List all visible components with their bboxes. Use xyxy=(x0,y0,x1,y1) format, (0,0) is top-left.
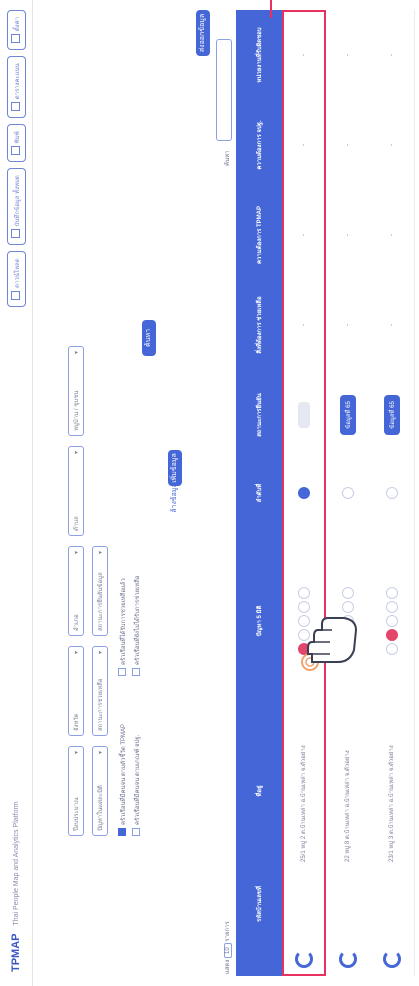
score-table-button[interactable]: ตารางคะแนน xyxy=(7,56,26,119)
column-five-dimensions[interactable]: ปัญหา 5 มิติ xyxy=(236,566,282,676)
column-blank xyxy=(236,676,282,716)
chevron-down-icon: ▾ xyxy=(98,551,104,555)
table-row[interactable]: 23/1 หมู่ 3 ต.บ้านเหล่า อ.บ้านเหล่า จ.ตั… xyxy=(370,10,415,976)
dimension-icon xyxy=(386,643,398,655)
logo-subtitle: Thai People Map and Analytics Platform xyxy=(12,801,20,926)
chevron-down-icon: ▾ xyxy=(74,551,80,555)
table-icon xyxy=(11,102,20,112)
column-house-id[interactable]: รหัสบ้านเลขที่ xyxy=(236,866,282,942)
filter-subdistrict[interactable]: ตำบล ▾ xyxy=(68,446,84,536)
checkbox-not-helped[interactable]: ครัวเรือนที่ยังไม่ได้รับการช่วยเหลือ xyxy=(132,576,142,676)
filter-district[interactable]: อำเภอ ▾ xyxy=(68,546,84,636)
table-header: รหัสบ้านเลขที่ ที่อยู่ ปัญหา 5 มิติ ลำดั… xyxy=(236,10,282,976)
download-icon xyxy=(11,290,20,300)
chevron-down-icon: ▾ xyxy=(98,751,104,755)
checkbox-helped[interactable]: ครัวเรือนที่ได้รับการช่วยเหลือแล้ว xyxy=(118,578,128,676)
highlight-frame xyxy=(282,10,326,976)
chevron-down-icon: ▾ xyxy=(74,451,80,455)
chevron-down-icon: ▾ xyxy=(74,351,80,355)
filter-help-status[interactable]: สถานะการช่วยเหลือ ▾ xyxy=(92,646,108,736)
row-dash: - xyxy=(389,234,395,236)
checkbox-icon xyxy=(118,668,126,676)
rotated-page: TPMAP Thai People Map and Analytics Plat… xyxy=(0,0,419,986)
column-agency[interactable]: หน่วยงานที่รับผิดชอบ xyxy=(236,10,282,100)
row-dimension-icons xyxy=(370,566,414,676)
checkbox-icon xyxy=(132,668,140,676)
row-dash: - xyxy=(345,144,351,146)
column-tpmap-need[interactable]: ความต้องการ TPMAP xyxy=(236,190,282,280)
print-button[interactable]: พิมพ์ xyxy=(7,124,26,163)
confirm-button[interactable]: ข้อมูลที่ 65 xyxy=(384,395,400,435)
chevron-down-icon: ▾ xyxy=(74,751,80,755)
settings-button[interactable]: ตั้งค่า xyxy=(7,10,26,51)
search-label: ค้นหา xyxy=(225,150,231,166)
page-size-select[interactable]: 10 xyxy=(224,943,232,958)
row-dash: - xyxy=(345,234,351,236)
header-actions: ดาวน์โหลด บันทึกข้อมูล ทั้งหมด พิมพ์ ตาร… xyxy=(7,10,26,307)
filter-province[interactable]: จังหวัด ▾ xyxy=(68,646,84,736)
filter-village[interactable]: หมู่บ้าน / ชุมชน ▾ xyxy=(68,346,84,436)
print-icon xyxy=(11,146,20,156)
chevron-down-icon: ▾ xyxy=(74,651,80,655)
dimension-icon xyxy=(386,629,398,641)
search-button[interactable]: ค้นหา xyxy=(142,320,156,356)
filter-problem-dimension[interactable]: ปัญหาในแต่ละมิติ ▾ xyxy=(92,746,108,836)
top-bar: TPMAP Thai People Map and Analytics Plat… xyxy=(0,0,33,986)
row-dash: - xyxy=(389,54,395,56)
save-all-button[interactable]: บันทึกข้อมูล ทั้งหมด xyxy=(7,168,26,246)
logo[interactable]: TPMAP xyxy=(10,934,22,973)
row-dash: - xyxy=(345,54,351,56)
column-blank-2 xyxy=(236,526,282,566)
gear-icon xyxy=(11,34,20,44)
chevron-down-icon: ▾ xyxy=(98,651,104,655)
column-confirm-status[interactable]: สถานะการยืนยัน xyxy=(236,370,282,460)
column-help-needed[interactable]: สิ่งที่ต้องการ ช่วยเหลือ xyxy=(236,280,282,370)
column-expand xyxy=(236,942,282,976)
dimension-icon xyxy=(386,615,398,627)
download-button[interactable]: ดาวน์โหลด xyxy=(7,251,26,307)
table-search-input[interactable] xyxy=(216,39,232,141)
export-button[interactable]: ส่งออกข้อมูล xyxy=(196,10,210,56)
expand-row-icon[interactable] xyxy=(383,950,401,968)
column-address[interactable]: ที่อยู่ xyxy=(236,716,282,866)
dimension-icon xyxy=(386,601,398,613)
row-dash: - xyxy=(389,324,395,326)
status-pin-icon xyxy=(386,487,398,499)
dimension-icon xyxy=(342,587,354,599)
table-row[interactable]: 22 หมู่ 8 ต.บ้านเหล่า อ.บ้านเหล่า จ.ตัวอ… xyxy=(326,10,371,976)
screenshot-stage: TPMAP Thai People Map and Analytics Plat… xyxy=(0,0,419,986)
checkbox-tpmap-poor[interactable]: ครัวเรือนที่มีคนจน ตามตัวชี้วัด TPMAP xyxy=(118,724,128,836)
add-data-button[interactable]: เพิ่มข้อมูล xyxy=(168,450,182,486)
filter-fiscal-year[interactable]: ปีงบประมาณ ▾ xyxy=(68,746,84,836)
expand-row-icon[interactable] xyxy=(339,950,357,968)
row-address: 22 หมู่ 8 ต.บ้านเหล่า อ.บ้านเหล่า จ.ตัวอ… xyxy=(345,750,351,862)
save-icon xyxy=(11,229,20,239)
row-dash: - xyxy=(345,324,351,326)
checkbox-icon xyxy=(132,828,140,836)
checkbox-jpt-poor[interactable]: ครัวเรือนที่มีคนจน ตามเกณฑ์ จปฐ. xyxy=(132,735,142,836)
filter-confirm-status[interactable]: สถานะการยืนยันข้อมูล ▾ xyxy=(92,546,108,636)
checkbox-icon xyxy=(118,828,126,836)
pointing-hand-icon xyxy=(301,617,358,671)
status-pin-icon xyxy=(342,487,354,499)
page-size-control: แสดง 10 รายการ xyxy=(224,921,232,974)
row-address: 23/1 หมู่ 3 ต.บ้านเหล่า อ.บ้านเหล่า จ.ตั… xyxy=(389,745,395,862)
confirm-button[interactable]: ข้อมูลที่ 65 xyxy=(340,395,356,435)
row-dash: - xyxy=(389,144,395,146)
column-order[interactable]: ลำดับที่ xyxy=(236,460,282,526)
highlight-pointer xyxy=(270,0,272,18)
dimension-icon xyxy=(386,587,398,599)
column-jpt-need[interactable]: ความต้องการ จปฐ. xyxy=(236,100,282,190)
